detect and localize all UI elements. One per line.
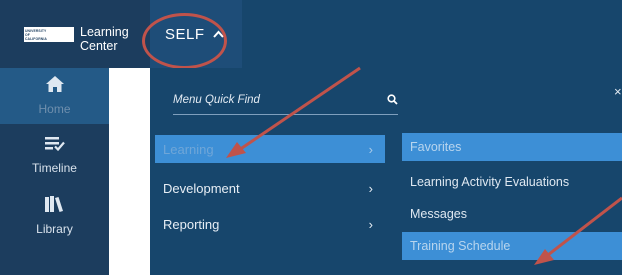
self-menu-label: SELF [165, 25, 205, 43]
app-title-line1: Learning [80, 25, 129, 39]
sidebar: Home Timeline Library [0, 68, 109, 275]
brand-area[interactable]: UNIVERSITY OF CALIFORNIA Learning Center [0, 0, 150, 68]
chevron-right-icon: › [368, 180, 373, 196]
submenu-item-label: Favorites [410, 140, 462, 154]
app-title: Learning Center [80, 25, 129, 53]
sidebar-item-label: Home [38, 102, 71, 116]
menu-category-label: Learning [163, 141, 214, 157]
home-icon [45, 76, 64, 97]
submenu-item-label: Learning Activity Evaluations [410, 175, 570, 189]
self-menu-panel: × Learning › Development › Reporting › F… [150, 68, 622, 275]
logo-text-line: CALIFORNIA [25, 36, 47, 41]
quick-find-field [173, 85, 398, 115]
menu-category-development[interactable]: Development › [155, 174, 385, 202]
sidebar-item-home[interactable]: Home [0, 68, 109, 124]
menu-category-label: Development [163, 180, 240, 196]
menu-category-reporting[interactable]: Reporting › [155, 210, 385, 238]
sidebar-item-library[interactable]: Library [0, 188, 109, 244]
library-icon [44, 196, 65, 217]
app-title-line2: Center [80, 39, 118, 53]
submenu-item-training-schedule[interactable]: Training Schedule [402, 232, 622, 260]
submenu-item-learning-activity-evaluations[interactable]: Learning Activity Evaluations [402, 168, 622, 196]
content-gap [109, 68, 150, 275]
sidebar-item-label: Timeline [32, 161, 77, 175]
submenu-item-messages[interactable]: Messages [402, 200, 622, 228]
university-logo: UNIVERSITY OF CALIFORNIA [23, 26, 75, 43]
chevron-up-icon [212, 25, 224, 43]
sidebar-item-label: Library [36, 222, 73, 236]
submenu-item-label: Messages [410, 207, 467, 221]
close-icon[interactable]: × [614, 84, 622, 99]
search-icon[interactable] [387, 92, 398, 110]
chevron-right-icon: › [368, 141, 373, 157]
timeline-icon [44, 137, 65, 156]
self-menu-button[interactable]: SELF [150, 0, 242, 68]
menu-category-label: Reporting [163, 216, 220, 232]
submenu-item-favorites[interactable]: Favorites [402, 133, 622, 161]
quick-find-input[interactable] [173, 89, 378, 111]
sidebar-item-timeline[interactable]: Timeline [0, 128, 109, 184]
menu-category-learning[interactable]: Learning › [155, 135, 385, 163]
submenu-item-label: Training Schedule [410, 239, 511, 253]
chevron-right-icon: › [368, 216, 373, 232]
